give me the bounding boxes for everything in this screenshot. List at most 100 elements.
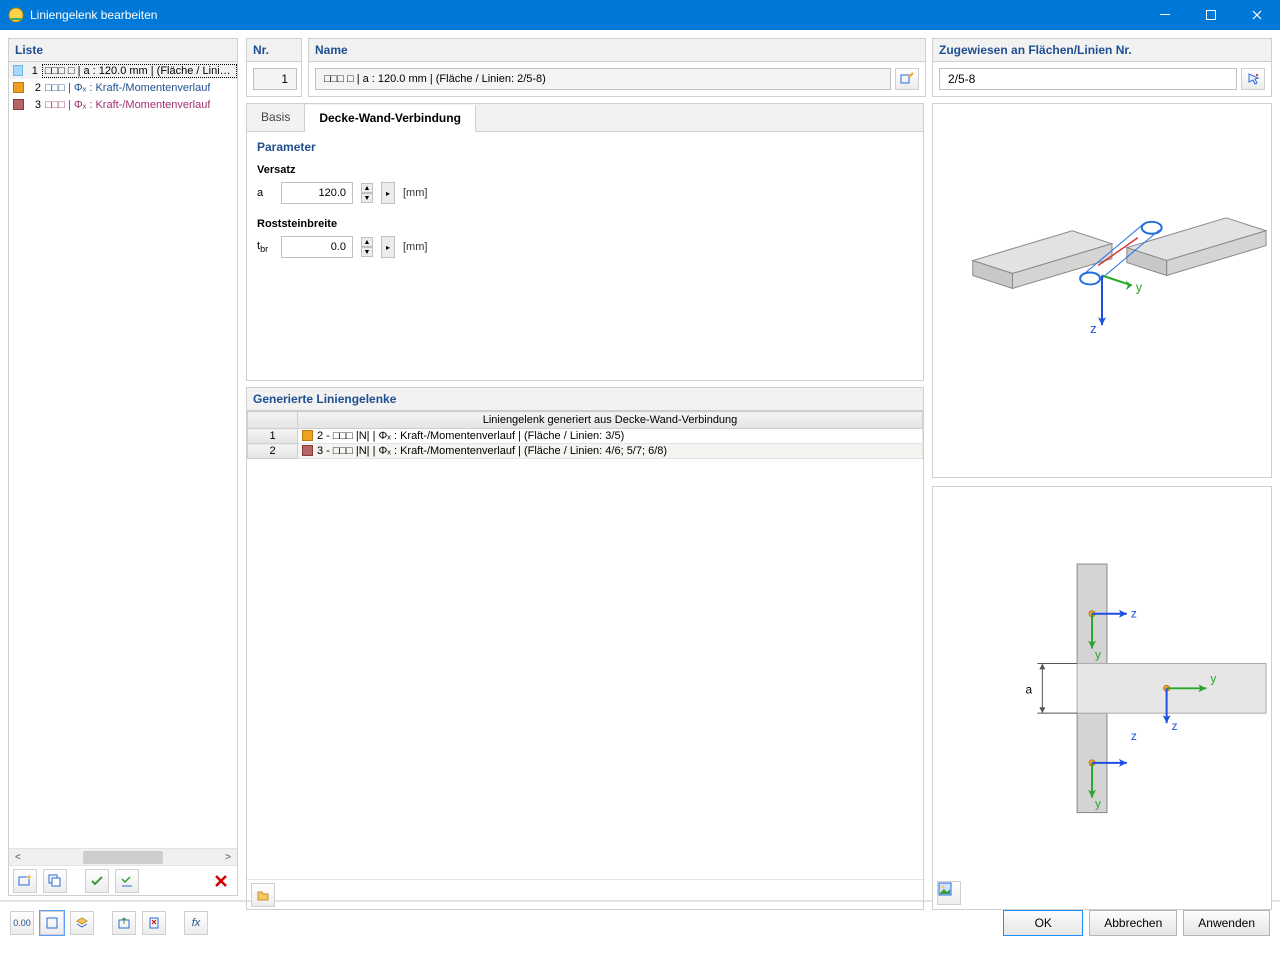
close-button[interactable] bbox=[1234, 0, 1280, 30]
diagram-3d: y z bbox=[932, 103, 1272, 478]
list-item-num: 2 bbox=[29, 82, 41, 94]
a-arrow-button[interactable]: ▸ bbox=[381, 182, 395, 204]
export-icon bbox=[117, 916, 131, 930]
color-swatch-icon bbox=[302, 430, 313, 441]
a-unit: [mm] bbox=[403, 187, 427, 199]
table-row[interactable]: 2 3 - □□□ |N| | Φₓ : Kraft-/Momentenverl… bbox=[248, 444, 923, 459]
list-panel: Liste 1 □□□ □ | a : 120.0 mm | (Fläche /… bbox=[8, 38, 238, 896]
row-text: 2 - □□□ |N| | Φₓ : Kraft-/Momentenverlau… bbox=[317, 430, 624, 442]
pick-button[interactable] bbox=[1241, 68, 1265, 90]
list-header: Liste bbox=[9, 39, 237, 62]
delete-entry-button[interactable] bbox=[142, 911, 166, 935]
app-icon bbox=[8, 7, 24, 23]
generated-table[interactable]: Liniengelenk generiert aus Decke-Wand-Ve… bbox=[247, 411, 923, 459]
export-button[interactable] bbox=[112, 911, 136, 935]
nr-input[interactable] bbox=[253, 68, 297, 90]
copy-icon bbox=[48, 874, 62, 888]
x-doc-icon bbox=[147, 916, 161, 930]
svg-text:y: y bbox=[1095, 647, 1101, 661]
new-item-button[interactable] bbox=[13, 869, 37, 893]
layers-button[interactable] bbox=[70, 911, 94, 935]
horizontal-scrollbar[interactable]: <> bbox=[9, 848, 237, 865]
new-icon bbox=[18, 874, 32, 888]
table-row[interactable]: 1 2 - □□□ |N| | Φₓ : Kraft-/Momentenverl… bbox=[248, 429, 923, 444]
a-label: a bbox=[257, 187, 273, 199]
svg-text:y: y bbox=[1095, 796, 1101, 810]
rost-label: Roststeinbreite bbox=[257, 218, 913, 230]
nr-header: Nr. bbox=[247, 39, 301, 62]
row-num: 2 bbox=[248, 444, 298, 459]
tbr-arrow-button[interactable]: ▸ bbox=[381, 236, 395, 258]
a-spinner[interactable]: ▲▼ bbox=[361, 183, 373, 203]
generated-title: Generierte Liniengelenke bbox=[247, 388, 923, 411]
color-swatch-icon bbox=[13, 82, 24, 93]
list-item-text: □□□ □ | a : 120.0 mm | (Fläche / Linien:… bbox=[42, 64, 237, 78]
color-swatch-icon bbox=[302, 445, 313, 456]
list-item-num: 3 bbox=[29, 99, 41, 111]
parameter-title: Parameter bbox=[257, 140, 913, 154]
chevron-up-icon: ▲ bbox=[361, 183, 373, 193]
assign-header: Zugewiesen an Flächen/Linien Nr. bbox=[933, 39, 1271, 62]
versatz-label: Versatz bbox=[257, 164, 913, 176]
window-title: Liniengelenk bearbeiten bbox=[30, 8, 1142, 22]
gen-tool-button[interactable] bbox=[251, 883, 275, 907]
units-button[interactable]: 0.00 bbox=[10, 911, 34, 935]
diagram-tool-button[interactable] bbox=[937, 881, 961, 905]
name-value: □□□ □ | a : 120.0 mm | (Fläche / Linien:… bbox=[324, 73, 546, 85]
check-all-button[interactable] bbox=[85, 869, 109, 893]
apply-button[interactable]: Anwenden bbox=[1183, 910, 1270, 936]
layers-icon bbox=[75, 916, 89, 930]
units-icon: 0.00 bbox=[13, 918, 31, 928]
list-item[interactable]: 1 □□□ □ | a : 120.0 mm | (Fläche / Linie… bbox=[9, 62, 237, 79]
svg-text:z: z bbox=[1131, 729, 1137, 743]
a-input[interactable] bbox=[281, 182, 353, 204]
tbr-unit: [mm] bbox=[403, 241, 427, 253]
delete-button[interactable] bbox=[209, 869, 233, 893]
check-green-button[interactable] bbox=[115, 869, 139, 893]
tabs-region: Basis Decke-Wand-Verbindung Parameter Ve… bbox=[246, 103, 924, 381]
generated-region: Generierte Liniengelenke Liniengelenk ge… bbox=[246, 387, 924, 910]
maximize-button[interactable] bbox=[1188, 0, 1234, 30]
assign-cell: Zugewiesen an Flächen/Linien Nr. bbox=[932, 38, 1272, 97]
color-swatch-icon bbox=[13, 99, 24, 110]
list-item[interactable]: 3 □□□ | Φₓ : Kraft-/Momentenverlauf bbox=[9, 96, 237, 113]
delete-icon bbox=[213, 873, 229, 889]
chevron-down-icon: ▼ bbox=[361, 247, 373, 257]
diagram-2d: a y z y z y bbox=[932, 486, 1272, 911]
list-item-text: □□□ | Φₓ : Kraft-/Momentenverlauf bbox=[45, 82, 210, 94]
cancel-button[interactable]: Abbrechen bbox=[1089, 910, 1177, 936]
view-button[interactable] bbox=[40, 911, 64, 935]
tbr-spinner[interactable]: ▲▼ bbox=[361, 237, 373, 257]
row-text: 3 - □□□ |N| | Φₓ : Kraft-/Momentenverlau… bbox=[317, 445, 667, 457]
svg-text:z: z bbox=[1172, 719, 1178, 733]
title-bar: Liniengelenk bearbeiten bbox=[0, 0, 1280, 30]
dim-a-label: a bbox=[1025, 682, 1032, 696]
list-item-num: 1 bbox=[28, 65, 38, 77]
ok-button[interactable]: OK bbox=[1003, 910, 1083, 936]
axis-z-label: z bbox=[1090, 321, 1096, 336]
axis-y-label: y bbox=[1136, 279, 1143, 294]
tbr-input[interactable] bbox=[281, 236, 353, 258]
minimize-button[interactable] bbox=[1142, 0, 1188, 30]
tab-basis[interactable]: Basis bbox=[247, 104, 305, 131]
fx-icon: fx bbox=[192, 917, 201, 929]
svg-text:z: z bbox=[1131, 607, 1137, 621]
svg-text:y: y bbox=[1210, 671, 1216, 685]
list-body[interactable]: 1 □□□ □ | a : 120.0 mm | (Fläche / Linie… bbox=[9, 62, 237, 848]
edit-icon bbox=[900, 72, 914, 86]
picture-icon bbox=[938, 882, 960, 904]
color-swatch-icon bbox=[13, 65, 23, 76]
rename-button[interactable] bbox=[895, 68, 919, 90]
assign-input[interactable] bbox=[939, 68, 1237, 90]
check-icon bbox=[90, 874, 104, 888]
list-item-text: □□□ | Φₓ : Kraft-/Momentenverlauf bbox=[45, 99, 210, 111]
name-cell: Name □□□ □ | a : 120.0 mm | (Fläche / Li… bbox=[308, 38, 926, 97]
pick-icon bbox=[1246, 72, 1260, 86]
copy-item-button[interactable] bbox=[43, 869, 67, 893]
check-arrow-icon bbox=[120, 874, 134, 888]
list-item[interactable]: 2 □□□ | Φₓ : Kraft-/Momentenverlauf bbox=[9, 79, 237, 96]
name-field[interactable]: □□□ □ | a : 120.0 mm | (Fläche / Linien:… bbox=[315, 68, 891, 90]
tab-decke-wand-verbindung[interactable]: Decke-Wand-Verbindung bbox=[305, 105, 476, 132]
generated-col-header: Liniengelenk generiert aus Decke-Wand-Ve… bbox=[298, 412, 923, 429]
function-button[interactable]: fx bbox=[184, 911, 208, 935]
